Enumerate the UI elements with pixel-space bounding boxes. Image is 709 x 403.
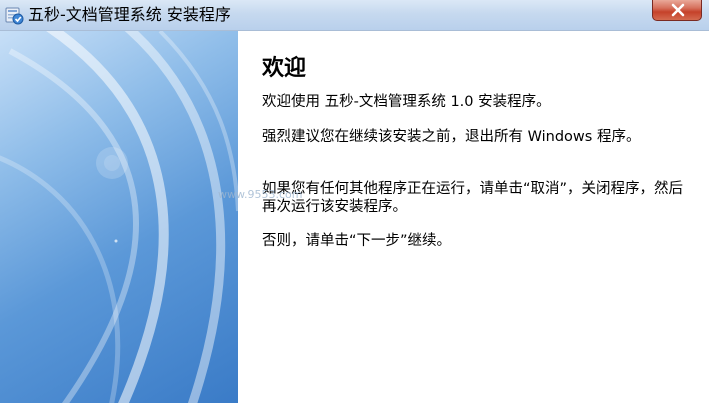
welcome-text-line-1: 欢迎使用 五秒-文档管理系统 1.0 安装程序。 (262, 94, 551, 110)
welcome-text-line-3: 如果您有任何其他程序正在运行，请单击“取消”，关闭程序，然后再次运行该安装程序。 (262, 181, 684, 215)
side-banner (0, 31, 238, 403)
welcome-heading: 欢迎 (262, 56, 307, 81)
window-title: 五秒-文档管理系统 安装程序 (28, 5, 231, 24)
welcome-text-line-4: 否则，请单击“下一步”继续。 (262, 233, 452, 249)
welcome-text-line-2: 强烈建议您在继续该安装之前，退出所有 Windows 程序。 (262, 129, 641, 145)
installer-icon (4, 5, 24, 25)
close-button[interactable] (652, 0, 702, 21)
title-bar[interactable]: 五秒-文档管理系统 安装程序 (0, 0, 709, 31)
banner-swirl-graphic (0, 31, 238, 403)
close-icon (671, 3, 685, 17)
site-watermark: www.9553.com (218, 188, 303, 201)
installer-window: 五秒-文档管理系统 安装程序 欢迎 欢迎使用 五秒-文档管理系统 1.0 安装程… (0, 0, 709, 403)
welcome-panel: 欢迎 欢迎使用 五秒-文档管理系统 1.0 安装程序。 强烈建议您在继续该安装之… (238, 31, 709, 403)
